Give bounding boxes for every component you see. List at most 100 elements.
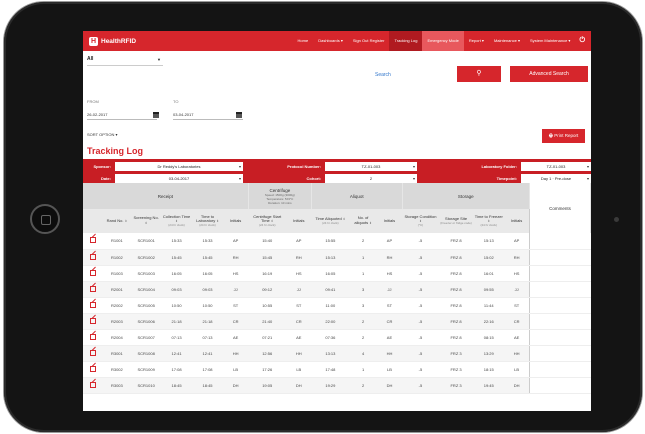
nav-item-7[interactable]: System Maintenance ▾ — [525, 31, 575, 51]
sort-icon[interactable]: ⇕ — [145, 221, 148, 225]
edit-icon[interactable] — [89, 253, 96, 260]
edit-icon[interactable] — [89, 237, 96, 244]
lab-folder-select[interactable]: TZ-01-003 ▾ — [521, 161, 591, 171]
comments-cell[interactable] — [529, 377, 591, 394]
cell-i3: AP — [376, 233, 403, 250]
cell-i2: CR — [286, 313, 312, 330]
col-centrifuge-start[interactable]: Centrifuge Start Time ⇕ (24 hr clock) — [248, 209, 287, 233]
table-row[interactable]: R2004 SCR1007 07:13 07:13 AE 07:21 AE 07:36 2 AE -… — [83, 329, 591, 346]
cell-cent: 12:56 — [248, 345, 287, 362]
cell-aliq: 19:29 — [311, 377, 350, 394]
cell-i1: AE — [223, 329, 249, 346]
col-collection-time[interactable]: Collection Time ⇕ (24 hr clock) — [161, 209, 193, 233]
table-row[interactable]: R1003 SCR1003 16:05 16:05 HS 16:19 HS 16:05 1 HS -… — [83, 265, 591, 282]
cell-i1: JJ — [223, 281, 249, 298]
edit-cell — [83, 281, 103, 298]
print-report-button[interactable]: 🖶 Print Report — [542, 129, 585, 143]
cell-frz: 09:55 — [473, 281, 505, 298]
comments-cell[interactable] — [529, 345, 591, 362]
comments-cell[interactable] — [529, 297, 591, 314]
chevron-down-icon: ▼ — [157, 57, 161, 62]
edit-icon[interactable] — [89, 317, 96, 324]
search-button[interactable]: ⚲ — [457, 66, 501, 82]
centrifuge-note-duration: Duration: 10 mins — [268, 200, 292, 205]
nav-item-1[interactable]: Dashboards ▾ — [313, 31, 348, 51]
cell-i1: HH — [223, 345, 249, 362]
cell-lab: 16:05 — [192, 265, 224, 282]
sort-icon[interactable]: ⇕ — [125, 219, 128, 223]
edit-icon[interactable] — [89, 381, 96, 388]
to-label: TO — [173, 99, 179, 104]
edit-icon[interactable] — [89, 285, 96, 292]
comments-cell[interactable] — [529, 265, 591, 282]
comments-cell[interactable] — [529, 281, 591, 298]
comments-cell[interactable] — [529, 329, 591, 346]
cell-i4: AP — [504, 233, 530, 250]
sort-option-toggle[interactable]: SORT OPTION ▾ — [87, 132, 118, 137]
calendar-icon[interactable] — [153, 112, 159, 118]
col-time-to-freezer[interactable]: Time to Freezer ⇕ (24 hr clock) — [473, 209, 505, 233]
date-select[interactable]: 03-04-2017 ▾ — [115, 173, 243, 183]
calendar-icon[interactable] — [236, 112, 242, 118]
cell-coll: 09:03 — [161, 281, 193, 298]
comments-cell[interactable] — [529, 361, 591, 378]
scope-select[interactable]: All ▼ — [87, 54, 163, 66]
table-row[interactable]: R3003 SCR1010 18:45 18:45 DH 19:05 DH 19:29 2 DH -… — [83, 377, 591, 394]
comments-cell[interactable] — [529, 313, 591, 330]
col-rand-no[interactable]: Rand No. ⇕ — [102, 209, 132, 233]
table-row[interactable]: R2001 SCR1004 09:03 09:03 JJ 09:12 JJ 09:41 3 JJ -… — [83, 281, 591, 298]
cell-i1: LB — [223, 361, 249, 378]
receipt-group-header: Receipt — [83, 183, 249, 209]
sort-icon[interactable]: ⇕ — [216, 219, 219, 223]
cell-i3: HS — [376, 265, 403, 282]
table-row[interactable]: R3001 SCR1008 12:41 12:41 HH 12:56 HH 13:13 4 HH -… — [83, 345, 591, 362]
advanced-search-button[interactable]: Advanced Search — [510, 66, 588, 82]
sort-icon[interactable]: ⇕ — [343, 217, 346, 221]
chevron-down-icon: ▾ — [412, 175, 415, 181]
logout-icon[interactable]: ⏻ — [575, 37, 585, 45]
nav-item-4[interactable]: Emergency Mode — [422, 31, 464, 51]
cell-i3: AE — [376, 329, 403, 346]
cell-site: FRZ 3 — [438, 377, 474, 394]
unit-label: (Freezer or fridge code) — [440, 220, 472, 225]
cell-cond: -5 — [402, 233, 439, 250]
col-time-to-lab[interactable]: Time to Laboratory ⇕ (24 hr clock) — [192, 209, 224, 233]
edit-icon[interactable] — [89, 301, 96, 308]
table-row[interactable]: R3002 SCR1009 17:08 17:08 LB 17:26 LB 17:48 1 LB -… — [83, 361, 591, 378]
from-date-input[interactable]: 26-02-2017 — [87, 110, 157, 120]
sponsor-label: Sponsor: — [93, 163, 111, 169]
nav-item-0[interactable]: Home — [293, 31, 314, 51]
nav-item-2[interactable]: Sign Out Register — [348, 31, 390, 51]
brand-logo[interactable]: H HealthRFID — [89, 36, 137, 46]
edit-icon[interactable] — [89, 349, 96, 356]
table-row[interactable]: R1001 SCR1001 15:33 15:33 AP 15:40 AP 15:55 2 AP -… — [83, 233, 591, 250]
col-no-aliquots[interactable]: No. of aliquots ⇕ — [349, 209, 377, 233]
nav-item-5[interactable]: Report ▾ — [464, 31, 489, 51]
nav-item-3[interactable]: Tracking Log — [389, 31, 423, 51]
table-row[interactable]: R2002 SCR1005 10:50 10:50 ST 10:55 ST 11:00 3 ST -… — [83, 297, 591, 314]
cohort-select[interactable]: 2 ▾ — [325, 173, 417, 183]
col-screening-no[interactable]: Screening No. ⇕ — [131, 209, 162, 233]
comments-cell[interactable] — [529, 233, 591, 250]
edit-icon[interactable] — [89, 269, 96, 276]
table-row[interactable]: R2003 SCR1006 21:18 21:18 CR 21:40 CR 22:00 2 CR -… — [83, 313, 591, 330]
timepoint-select[interactable]: Day 1 · Pre-dose ▾ — [521, 173, 591, 183]
col-storage-condition[interactable]: Storage Condition ⇕ (°C) — [402, 209, 439, 233]
sort-icon[interactable]: ⇕ — [369, 221, 372, 225]
search-link[interactable]: Search — [375, 72, 391, 78]
table-row[interactable]: R1002 SCR1002 15:45 15:45 RH 15:45 RH 15:13 1 RH -… — [83, 249, 591, 266]
col-storage-site[interactable]: Storage Site (Freezer or fridge code) — [438, 209, 474, 233]
nav-item-6[interactable]: Maintenance ▾ — [489, 31, 525, 51]
protocol-select[interactable]: TZ-01-003 ▾ — [325, 161, 417, 171]
brand-name: HealthRFID — [101, 37, 137, 45]
edit-icon[interactable] — [89, 365, 96, 372]
cohort-value: 2 — [369, 175, 373, 181]
col-time-aliquoted[interactable]: Time Aliquoted ⇕ (24 hr clock) — [311, 209, 350, 233]
cell-coll: 15:45 — [161, 249, 193, 266]
sponsor-select[interactable]: Dr Reddy's Laboratories ▾ — [115, 161, 243, 171]
comments-cell[interactable] — [529, 249, 591, 266]
cell-cent: 10:55 — [248, 297, 287, 314]
to-date-input[interactable]: 03-04-2017 — [173, 110, 243, 120]
edit-icon[interactable] — [89, 333, 96, 340]
cell-site: FRZ 8 — [438, 329, 474, 346]
